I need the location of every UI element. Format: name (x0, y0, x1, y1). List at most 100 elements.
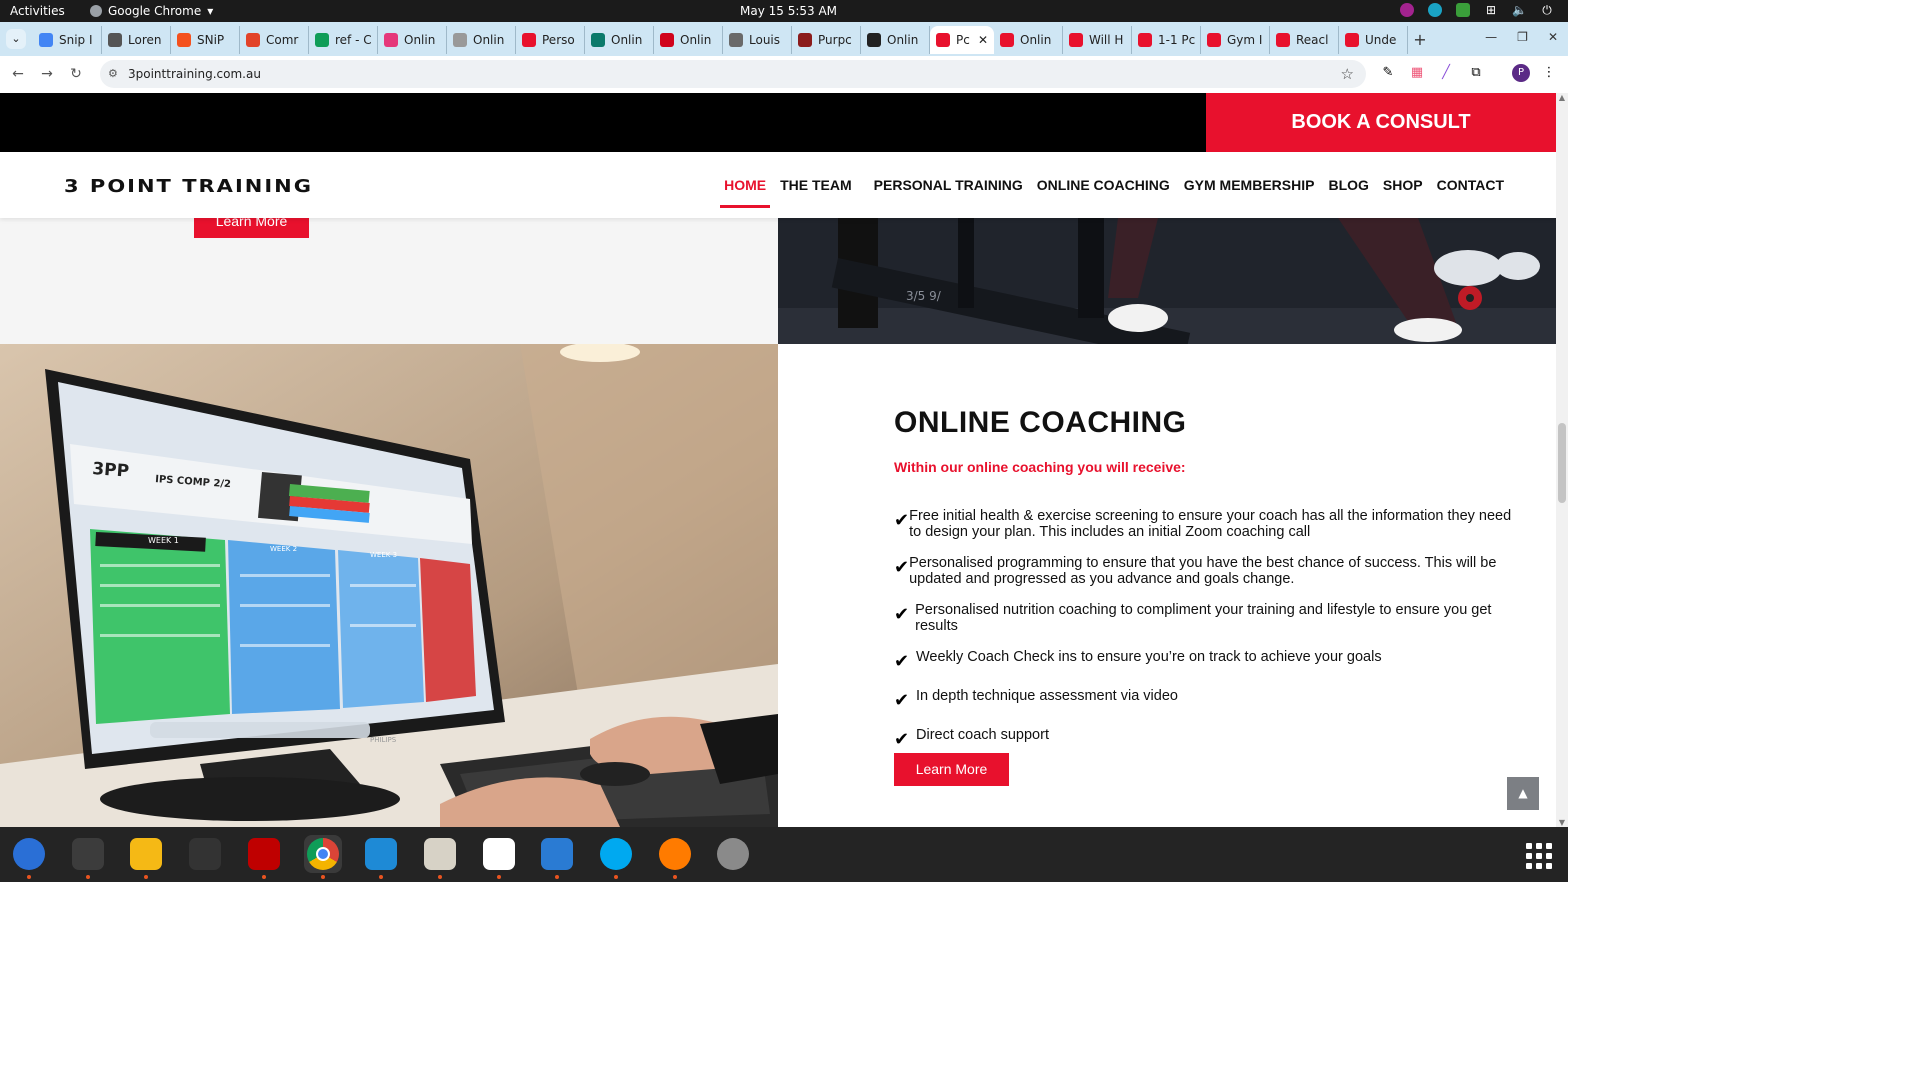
tab-favicon-icon (867, 33, 881, 47)
nav-item-gym-membership[interactable]: GYM MEMBERSHIP (1184, 152, 1315, 218)
running-indicator (261, 875, 266, 879)
disk-icon[interactable] (714, 835, 752, 873)
browser-tab[interactable]: Reacl (1270, 26, 1339, 54)
running-indicator (85, 875, 90, 879)
back-icon[interactable]: ← (9, 65, 27, 83)
browser-tab[interactable]: ref - C (309, 26, 378, 54)
browser-tab[interactable]: Will H (1063, 26, 1132, 54)
firefox-like-icon[interactable] (656, 835, 694, 879)
nav-item-home[interactable]: HOME (720, 152, 771, 218)
terminal-icon[interactable] (69, 835, 107, 879)
browser-tab[interactable]: Onlin (585, 26, 654, 54)
profile-avatar[interactable]: P (1512, 64, 1530, 82)
tab-strip: ⌄ Snip I Loren SNiP Comr ref - C Onlin Onlin Pe… (0, 22, 1568, 56)
chrome-icon[interactable] (303, 835, 342, 879)
skype-icon[interactable] (597, 835, 635, 879)
site-logo[interactable]: 3 POINT TRAINING (64, 176, 313, 196)
close-window-icon[interactable]: ✕ (1548, 30, 1558, 44)
browser-tab[interactable]: Gym I (1201, 26, 1270, 54)
tab-favicon-icon (1138, 33, 1152, 47)
url-text[interactable]: 3pointtraining.com.au (128, 67, 261, 81)
browser-tab[interactable]: Snip I (33, 26, 102, 54)
browser-tab[interactable]: Onlin (861, 26, 930, 54)
tab-search-button[interactable]: ⌄ (6, 29, 26, 49)
files-icon[interactable] (421, 835, 459, 879)
page-scrollbar[interactable]: ▲ ▼ (1556, 93, 1568, 827)
nav-item-personal-training[interactable]: PERSONAL TRAINING (874, 152, 1023, 218)
pen-extension-icon[interactable]: ╱ (1438, 65, 1454, 81)
running-indicator (320, 875, 325, 879)
browser-tab[interactable]: Onlin (994, 26, 1063, 54)
browser-tab[interactable]: 1-1 Pc (1132, 26, 1201, 54)
running-indicator (496, 875, 501, 879)
site-info-icon[interactable]: ⚙ (108, 67, 118, 80)
show-apps-grid-icon[interactable] (1526, 843, 1552, 869)
reload-icon[interactable]: ↻ (67, 65, 85, 83)
nav-item-online-coaching[interactable]: ONLINE COACHING (1037, 152, 1170, 218)
ubuntu-dock (0, 827, 1568, 882)
power-icon[interactable]: ⏻ (1540, 3, 1554, 17)
thunderbird-icon[interactable] (10, 835, 48, 879)
tab-label: Reacl (1296, 33, 1329, 47)
learn-more-button[interactable]: Learn More (894, 753, 1009, 786)
filezilla-glyph (247, 838, 280, 870)
checkmark-icon: ✔ (894, 690, 910, 711)
tab-close-icon[interactable]: ✕ (978, 33, 988, 47)
browser-tab[interactable]: Louis (723, 26, 792, 54)
browser-tab[interactable]: Unde (1339, 26, 1408, 54)
browser-tab[interactable]: Pc ✕ (930, 26, 994, 54)
libreoffice-writer-icon[interactable] (538, 835, 576, 879)
minimize-icon[interactable]: — (1485, 30, 1497, 44)
calendar-extension-icon[interactable]: ▦ (1409, 65, 1425, 81)
nav-item-blog[interactable]: BLOG (1328, 152, 1368, 218)
nav-item-the-team[interactable]: THE TEAM (780, 152, 852, 218)
extensions-puzzle-icon[interactable]: ⧉ (1468, 65, 1484, 81)
more-menu-icon[interactable]: ⋮ (1541, 65, 1557, 81)
vscode-icon[interactable] (362, 835, 400, 879)
network-icon[interactable]: ⊞ (1484, 3, 1498, 17)
text-editor-icon[interactable] (480, 835, 518, 879)
calculator-icon[interactable] (127, 835, 165, 879)
volume-icon[interactable]: 🔈 (1512, 3, 1527, 17)
browser-tab[interactable]: Onlin (654, 26, 723, 54)
book-consult-button[interactable]: BOOK A CONSULT (1206, 93, 1556, 152)
scroll-to-top-button[interactable]: ▲ (1507, 777, 1539, 810)
nav-item-shop[interactable]: SHOP (1383, 152, 1423, 218)
tray-app-icon[interactable] (1400, 3, 1414, 17)
new-tab-button[interactable]: + (1408, 26, 1432, 54)
scroll-down-arrow-icon[interactable]: ▼ (1556, 818, 1568, 827)
skype-glyph (600, 838, 632, 870)
tab-favicon-icon (798, 33, 812, 47)
maximize-icon[interactable]: ❐ (1517, 30, 1528, 44)
running-indicator (379, 875, 384, 879)
browser-tab[interactable]: Purpc (792, 26, 861, 54)
browser-tab[interactable]: Perso (516, 26, 585, 54)
address-bar[interactable]: ⚙ 3pointtraining.com.au ☆ (100, 60, 1366, 88)
app-menu-label: Google Chrome (108, 4, 202, 18)
scroll-up-arrow-icon[interactable]: ▲ (1556, 93, 1568, 102)
tab-label: 1-1 Pc (1158, 33, 1196, 47)
system-monitor-icon[interactable] (186, 835, 224, 873)
tray-shield-icon[interactable] (1456, 3, 1470, 17)
tray-sync-icon[interactable] (1428, 3, 1442, 17)
clock[interactable]: May 15 5:53 AM (740, 4, 837, 18)
browser-tab[interactable]: Comr (240, 26, 309, 54)
browser-tab[interactable]: Onlin (447, 26, 516, 54)
bookmark-star-icon[interactable]: ☆ (1341, 65, 1354, 83)
tab-favicon-icon (1000, 33, 1014, 47)
eyedropper-extension-icon[interactable]: ✎ (1380, 65, 1396, 81)
browser-tab[interactable]: Loren (102, 26, 171, 54)
nav-item-contact[interactable]: CONTACT (1437, 152, 1504, 218)
filezilla-icon[interactable] (245, 835, 283, 879)
site-header: 3 POINT TRAINING HOME THE TEAM PERSONAL TR… (0, 152, 1556, 218)
app-menu[interactable]: Google Chrome ▾ (90, 4, 213, 18)
browser-tab[interactable]: Onlin (378, 26, 447, 54)
browser-tab[interactable]: SNiP (171, 26, 240, 54)
tab-favicon-icon (591, 33, 605, 47)
checkmark-icon: ✔ (894, 604, 910, 625)
scrollbar-thumb[interactable] (1558, 423, 1566, 503)
forward-icon[interactable]: → (38, 65, 56, 83)
activities-button[interactable]: Activities (10, 4, 65, 18)
system-tray[interactable]: ⊞ 🔈 ⏻ (1400, 3, 1554, 17)
tab-label: Will H (1089, 33, 1124, 47)
